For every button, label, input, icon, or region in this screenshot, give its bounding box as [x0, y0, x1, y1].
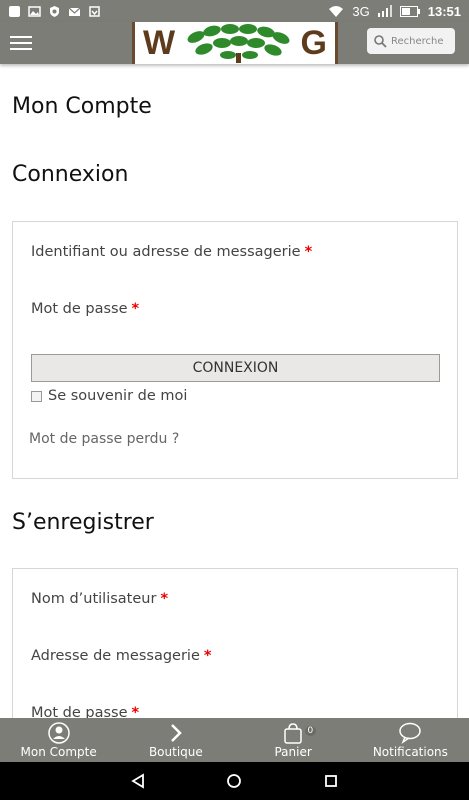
- download-icon: [89, 5, 100, 17]
- shield-icon: [50, 5, 59, 17]
- password-field-label[interactable]: Mot de passe *: [31, 301, 139, 317]
- tab-label: Notifications: [372, 745, 448, 759]
- cart-count-badge: 0: [304, 726, 317, 736]
- required-mark: *: [131, 705, 140, 718]
- tab-notifications[interactable]: Notifications: [352, 718, 469, 762]
- tab-label: Mon Compte: [20, 745, 97, 759]
- bag-icon: [284, 723, 302, 744]
- notification-icons: [8, 5, 101, 18]
- logo-letter-right: G: [300, 24, 327, 62]
- search-icon: [374, 34, 387, 48]
- login-section-title: Connexion: [12, 162, 129, 187]
- page-title: Mon Compte: [12, 94, 152, 119]
- register-section-title: S’enregistrer: [12, 510, 154, 535]
- username-field-label[interactable]: Identifiant ou adresse de messagerie *: [31, 244, 312, 260]
- tab-label: Panier: [274, 745, 312, 759]
- clock: 13:51: [427, 3, 461, 19]
- network-type: 3G: [352, 3, 370, 19]
- menu-button[interactable]: [10, 36, 32, 50]
- password-label-text: Mot de passe: [31, 301, 128, 317]
- hamburger-line: [10, 36, 32, 38]
- hamburger-line: [10, 48, 32, 50]
- register-username-text: Nom d’utilisateur: [31, 591, 157, 607]
- user-icon: [47, 722, 70, 744]
- tab-my-account[interactable]: Mon Compte: [0, 718, 117, 762]
- tab-label: Boutique: [148, 745, 203, 759]
- login-form: Identifiant ou adresse de messagerie * Mo…: [12, 221, 458, 479]
- chevron-right-icon: [170, 724, 182, 742]
- required-mark: *: [131, 301, 140, 317]
- chat-bubble-icon: [399, 722, 422, 744]
- tree-logo-icon: [187, 24, 290, 63]
- android-nav-bar: [0, 762, 469, 800]
- required-mark: *: [160, 591, 169, 607]
- search-placeholder: Recherche: [391, 35, 444, 47]
- signal-icon: [377, 5, 392, 17]
- required-mark: *: [304, 244, 313, 260]
- site-logo[interactable]: W G: [132, 22, 338, 64]
- tab-shop[interactable]: Boutique: [117, 718, 234, 762]
- mail-icon: [68, 7, 81, 16]
- remember-me[interactable]: Se souvenir de moi: [31, 388, 187, 404]
- app-header: W G Recherche: [0, 22, 469, 64]
- back-button[interactable]: [128, 771, 148, 791]
- bottom-tab-bar: Mon Compte Boutique 0 Panier Notificatio…: [0, 718, 469, 762]
- remember-me-checkbox[interactable]: [31, 390, 42, 402]
- username-label-text: Identifiant ou adresse de messagerie: [31, 244, 301, 260]
- logo-letter-left: W: [143, 24, 176, 62]
- lost-password-link[interactable]: Mot de passe perdu ?: [29, 431, 179, 447]
- home-circle-icon: [227, 774, 242, 788]
- recents-square-icon: [324, 775, 337, 787]
- notification-icon: [9, 5, 20, 17]
- remember-me-label: Se souvenir de moi: [48, 388, 188, 404]
- home-button[interactable]: [224, 771, 244, 791]
- status-bar: 3G 13:51: [0, 0, 469, 22]
- main-content: Mon Compte Connexion Identifiant ou adre…: [0, 64, 469, 718]
- recents-button[interactable]: [321, 771, 341, 791]
- required-mark: *: [203, 648, 212, 664]
- battery-icon: [399, 5, 420, 17]
- search-input[interactable]: Recherche: [367, 28, 455, 54]
- login-button[interactable]: CONNEXION: [31, 354, 440, 382]
- register-email-label[interactable]: Adresse de messagerie *: [31, 648, 211, 664]
- register-form: Nom d’utilisateur * Adresse de messagerie…: [12, 568, 458, 718]
- tab-cart[interactable]: 0 Panier: [235, 718, 352, 762]
- system-status: 3G 13:51: [328, 4, 461, 19]
- register-password-text: Mot de passe: [31, 705, 128, 718]
- register-username-label[interactable]: Nom d’utilisateur *: [31, 591, 168, 607]
- back-triangle-icon: [131, 773, 145, 789]
- wifi-icon: [329, 5, 344, 17]
- hamburger-line: [10, 42, 32, 44]
- register-email-text: Adresse de messagerie: [31, 648, 200, 664]
- register-password-label[interactable]: Mot de passe *: [31, 705, 139, 718]
- image-icon: [28, 5, 41, 17]
